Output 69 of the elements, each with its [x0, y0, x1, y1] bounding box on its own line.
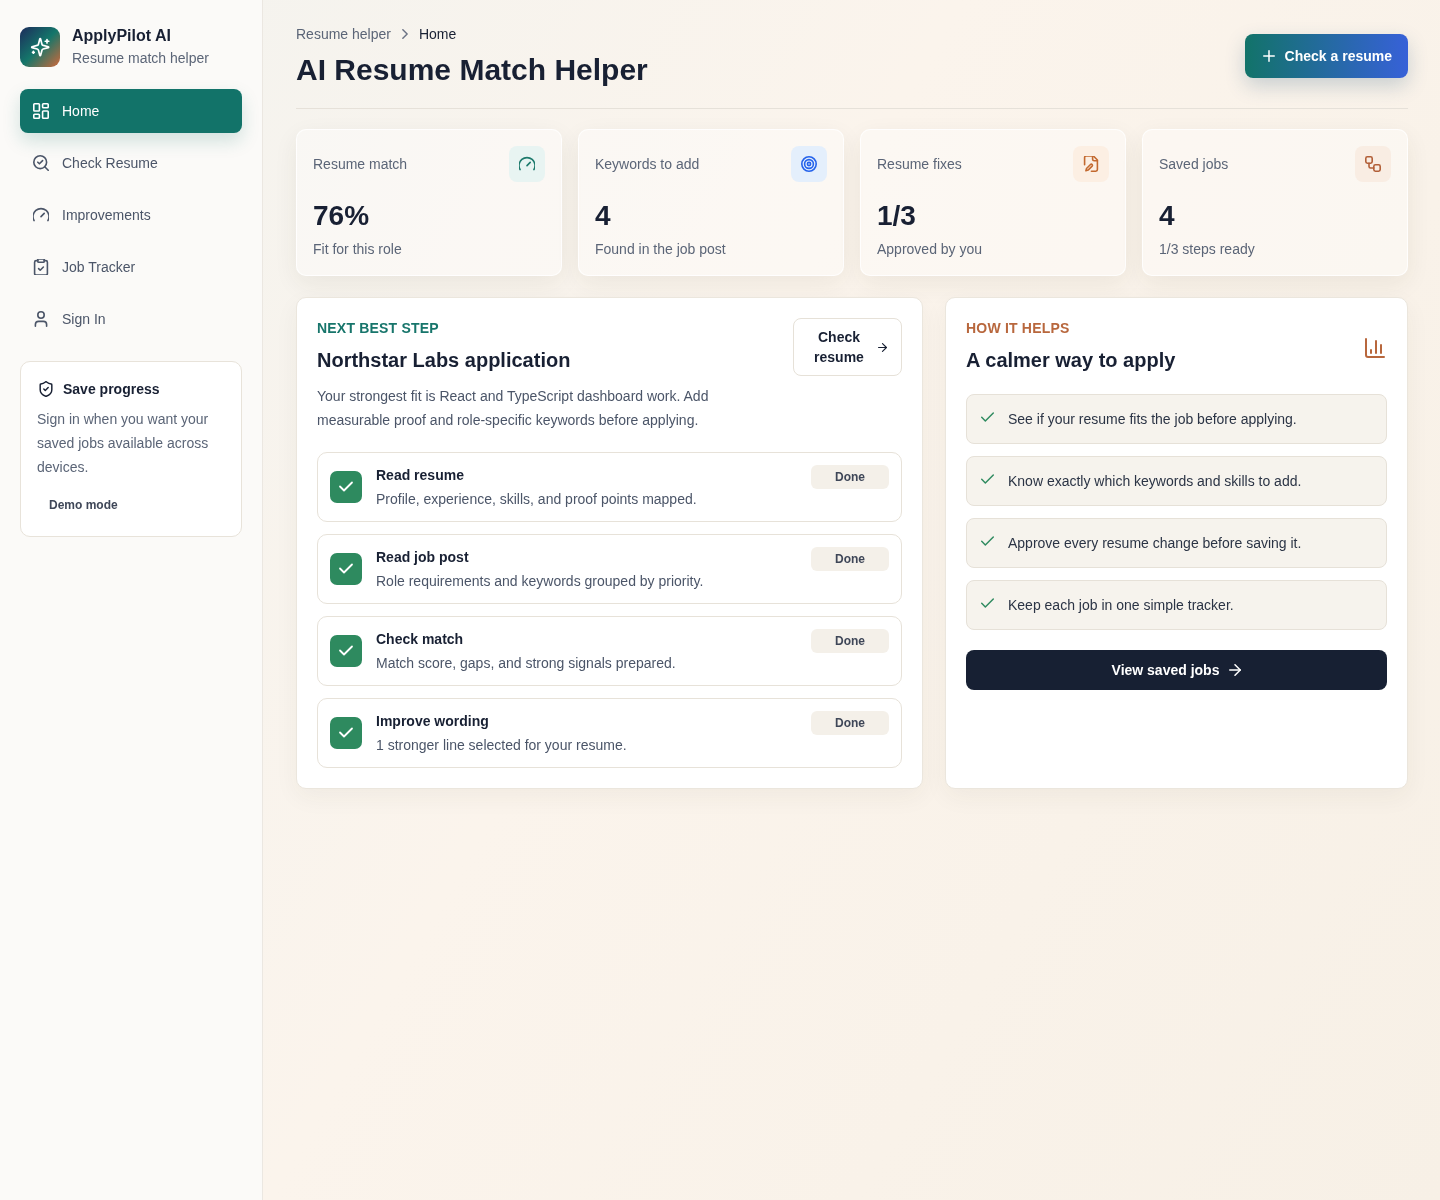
section-eyebrow: NEXT BEST STEP — [317, 319, 440, 338]
step-title: Read job post — [376, 548, 470, 567]
arrow-right-icon — [878, 342, 887, 352]
breadcrumb-link[interactable]: Resume helper — [296, 26, 391, 42]
nav-item[interactable]: Home — [20, 89, 242, 133]
status-badge: Done — [811, 629, 889, 653]
user-icon — [33, 311, 49, 327]
stat-label: Resume match — [313, 156, 408, 172]
panel-title: Northstar Labs application — [317, 348, 571, 373]
gauge-icon — [33, 207, 49, 223]
brand-name: ApplyPilot AI — [72, 26, 172, 46]
benefit-text: Approve every resume change before saving it. — [1008, 535, 1302, 551]
step-description: Role requirements and keywords grouped by priority. — [376, 572, 705, 591]
nav-item[interactable]: Job Tracker — [20, 245, 242, 289]
search-check-icon — [33, 155, 49, 171]
nav-item[interactable]: Check Resume — [20, 141, 242, 185]
save-progress-title: Save progress — [63, 380, 160, 399]
check-icon — [981, 474, 994, 484]
check-resume-button[interactable]: Check a resume — [1244, 34, 1408, 78]
panel-title: A calmer way to apply — [966, 348, 1176, 373]
document-pencil-icon — [1073, 146, 1109, 182]
page-title: AI Resume Match Helper — [296, 52, 648, 88]
status-badge: Done — [811, 547, 889, 571]
stat-label: Keywords to add — [595, 156, 700, 172]
workflow-icon — [1355, 146, 1391, 182]
stat-value: 76% — [313, 199, 371, 233]
check-icon — [981, 598, 994, 608]
stat-label: Resume fixes — [877, 156, 962, 172]
grid-icon — [33, 103, 49, 119]
sparkle-logo-icon — [20, 26, 60, 67]
breadcrumb-current: Home — [418, 26, 457, 42]
benefit-text: Know exactly which keywords and skills to add. — [1008, 473, 1302, 489]
stat-note: Fit for this role — [313, 240, 403, 259]
stat-value: 4 — [595, 199, 612, 233]
target-icon — [791, 146, 827, 182]
check-icon — [981, 536, 994, 546]
status-badge: Done — [811, 711, 889, 735]
save-progress-text: Sign in when you want your saved jobs available across devices. — [37, 410, 210, 477]
gauge-icon — [509, 146, 545, 182]
section-eyebrow: HOW IT HELPS — [966, 319, 1071, 338]
stat-note: Approved by you — [877, 240, 984, 259]
benefit-text: See if your resume fits the job before applying. — [1008, 411, 1297, 427]
chevron-right-icon — [401, 29, 408, 39]
step-description: Profile, experience, skills, and proof points mapped. — [376, 490, 698, 509]
benefit-text: Keep each job in one simple tracker. — [1008, 597, 1234, 613]
clipboard-check-icon — [33, 259, 49, 275]
stat-note: 1/3 steps ready — [1159, 240, 1256, 259]
step-title: Check match — [376, 630, 465, 649]
brand-tagline: Resume match helper — [72, 49, 209, 67]
status-badge: Done — [811, 465, 889, 489]
stat-value: 1/3 — [877, 199, 917, 233]
stat-note: Found in the job post — [595, 240, 727, 259]
stat-label: Saved jobs — [1159, 156, 1229, 172]
plus-icon — [1262, 50, 1275, 62]
bar-chart-icon — [1365, 338, 1385, 358]
check-icon — [981, 412, 994, 422]
step-description: 1 stronger line selected for your resume. — [376, 736, 628, 755]
demo-mode-button[interactable]: Demo mode — [37, 492, 130, 518]
arrow-right-icon — [1229, 664, 1242, 676]
nav-item[interactable]: Sign In — [20, 297, 242, 341]
shield-check-icon — [39, 381, 53, 397]
view-saved-jobs-button[interactable]: View saved jobs — [966, 650, 1387, 690]
nav-item[interactable]: Improvements — [20, 193, 242, 237]
stat-value: 4 — [1159, 199, 1176, 233]
check-resume-button[interactable]: Check resume — [793, 318, 902, 376]
step-title: Read resume — [376, 466, 465, 485]
step-description: Match score, gaps, and strong signals prepared. — [376, 654, 677, 673]
application-description: Your strongest fit is React and TypeScript dashboard work. Add measurable proof and role-specific keywords before applying. — [317, 387, 710, 430]
step-title: Improve wording — [376, 712, 490, 731]
